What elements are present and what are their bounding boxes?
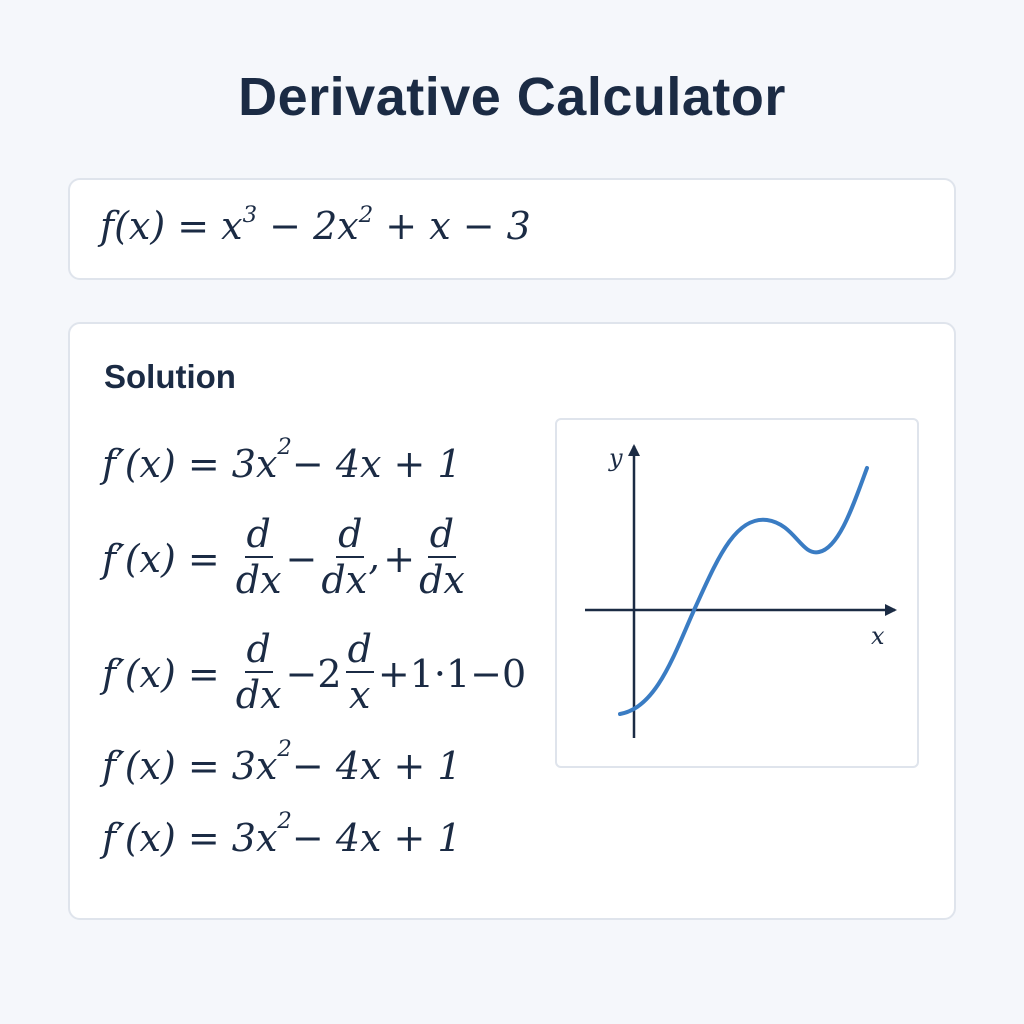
fraction-numerator: d [427, 512, 457, 558]
step-2-fraction-2: d dx’ [321, 512, 380, 603]
step-4-lhs: f′(x) = 3x [102, 744, 278, 788]
fraction-numerator: d [345, 627, 374, 673]
fraction-denominator: dx [235, 672, 282, 717]
y-axis-label: y [608, 444, 623, 472]
expr-tail: + x − 3 [373, 204, 531, 248]
function-expression[interactable]: f(x) = x3 − 2x2 + x − 3 [100, 201, 531, 248]
step-2-fraction-1: d dx [235, 512, 282, 603]
solution-step-2: f′(x) = d dx − d dx’ + d dx [102, 512, 469, 603]
solution-step-3: f′(x) = d dx −2 d x +1·1−0 [102, 627, 527, 718]
function-input[interactable]: f(x) = x3 − 2x2 + x − 3 [68, 178, 956, 280]
graph-svg: x y [585, 444, 897, 738]
step-3-lhs: f′(x) = [102, 651, 232, 696]
step-2-fraction-3: d dx [419, 512, 465, 603]
solution-heading: Solution [104, 358, 236, 395]
step-1-rest: − 4x + 1 [291, 442, 462, 486]
step-5-lhs: f′(x) = 3x [102, 816, 278, 860]
step-2-operator-1: − [285, 536, 318, 581]
step-4-rest: − 4x + 1 [291, 744, 462, 788]
function-curve [618, 466, 869, 716]
solution-step-5: f′(x) = 3x 2 − 4x + 1 [102, 808, 462, 860]
expr-exponent-2: 2 [358, 201, 374, 228]
step-5-rest: − 4x + 1 [291, 816, 462, 860]
fraction-numerator: d [336, 512, 365, 558]
solution-step-4: f′(x) = 3x 2 − 4x + 1 [102, 736, 462, 788]
step-1-lhs: f′(x) = 3x [102, 442, 278, 486]
step-4-exponent: 2 [277, 735, 292, 762]
step-2-lhs: f′(x) = [102, 536, 232, 581]
step-3-fraction-1: d dx [235, 627, 282, 718]
step-3-mid: −2 [285, 651, 342, 696]
fraction-denominator: dx [419, 557, 465, 602]
step-2-operator-2: + [383, 536, 416, 581]
fraction-denominator: dx’ [321, 557, 380, 602]
step-3-rest: +1·1−0 [377, 651, 527, 696]
fraction-denominator: x [349, 672, 371, 717]
fraction-numerator: d [244, 627, 273, 673]
step-1-exponent: 2 [277, 433, 292, 460]
step-3-fraction-2: d x [345, 627, 374, 718]
expr-mid: − 2x [257, 204, 359, 248]
step-5-exponent: 2 [277, 807, 292, 834]
x-axis-label: x [871, 622, 885, 650]
fraction-denominator: dx [235, 557, 282, 602]
solution-step-1: f′(x) = 3x 2 − 4x + 1 [102, 434, 462, 486]
fraction-numerator: d [244, 512, 273, 558]
function-graph: x y [555, 418, 919, 768]
page-title: Derivative Calculator [238, 67, 786, 127]
solution-panel: Solution f′(x) = 3x 2 − 4x + 1 f′(x) = d … [68, 322, 956, 920]
expr-exponent-3: 3 [242, 201, 258, 228]
expr-fx: f(x) = x [100, 204, 243, 248]
